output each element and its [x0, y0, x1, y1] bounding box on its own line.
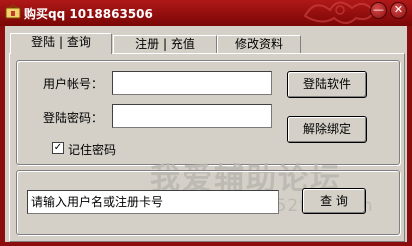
- tab-bar: 登陆 | 查询 注册 | 充值 修改资料: [5, 33, 407, 54]
- window-title: 购买qq 1018863506: [24, 7, 153, 21]
- password-label: 登陆密码：: [43, 111, 104, 125]
- minimize-button[interactable]: —: [370, 2, 387, 19]
- title-bar[interactable]: 购买qq 1018863506 — ✕: [0, 0, 412, 26]
- tab-edit-profile[interactable]: 修改资料: [217, 35, 301, 53]
- login-button[interactable]: 登陆软件: [287, 71, 367, 98]
- username-input[interactable]: [112, 71, 272, 95]
- query-input[interactable]: 请输入用户名或注册卡号: [27, 190, 279, 214]
- remember-label: 记住密码: [68, 143, 117, 157]
- remember-checkbox[interactable]: ✓: [52, 142, 64, 154]
- app-window: 购买qq 1018863506 — ✕ 登陆 | 查询 注册 | 充值 修改资料…: [0, 0, 412, 246]
- unbind-button[interactable]: 解除绑定: [287, 116, 367, 143]
- close-button[interactable]: ✕: [390, 2, 407, 19]
- tab-login-query[interactable]: 登陆 | 查询: [10, 33, 112, 54]
- close-icon: ✕: [393, 3, 404, 16]
- app-icon: [5, 4, 21, 19]
- login-group: 用户帐号： 登陆密码： ✓ 记住密码 登陆软件 解除绑定: [16, 60, 400, 165]
- tab-register-recharge[interactable]: 注册 | 充值: [113, 35, 217, 53]
- tab-panel: 用户帐号： 登陆密码： ✓ 记住密码 登陆软件 解除绑定 我爱辅助论坛 www.…: [9, 53, 405, 242]
- query-button[interactable]: 查 询: [302, 188, 366, 214]
- password-input[interactable]: [112, 104, 272, 128]
- checkmark-icon: ✓: [53, 142, 63, 153]
- client-area: 登陆 | 查询 注册 | 充值 修改资料 用户帐号： 登陆密码： ✓ 记住密码 …: [5, 26, 407, 242]
- minimize-icon: —: [373, 3, 384, 16]
- username-label: 用户帐号：: [43, 77, 104, 91]
- query-group: 请输入用户名或注册卡号 查 询: [16, 170, 400, 235]
